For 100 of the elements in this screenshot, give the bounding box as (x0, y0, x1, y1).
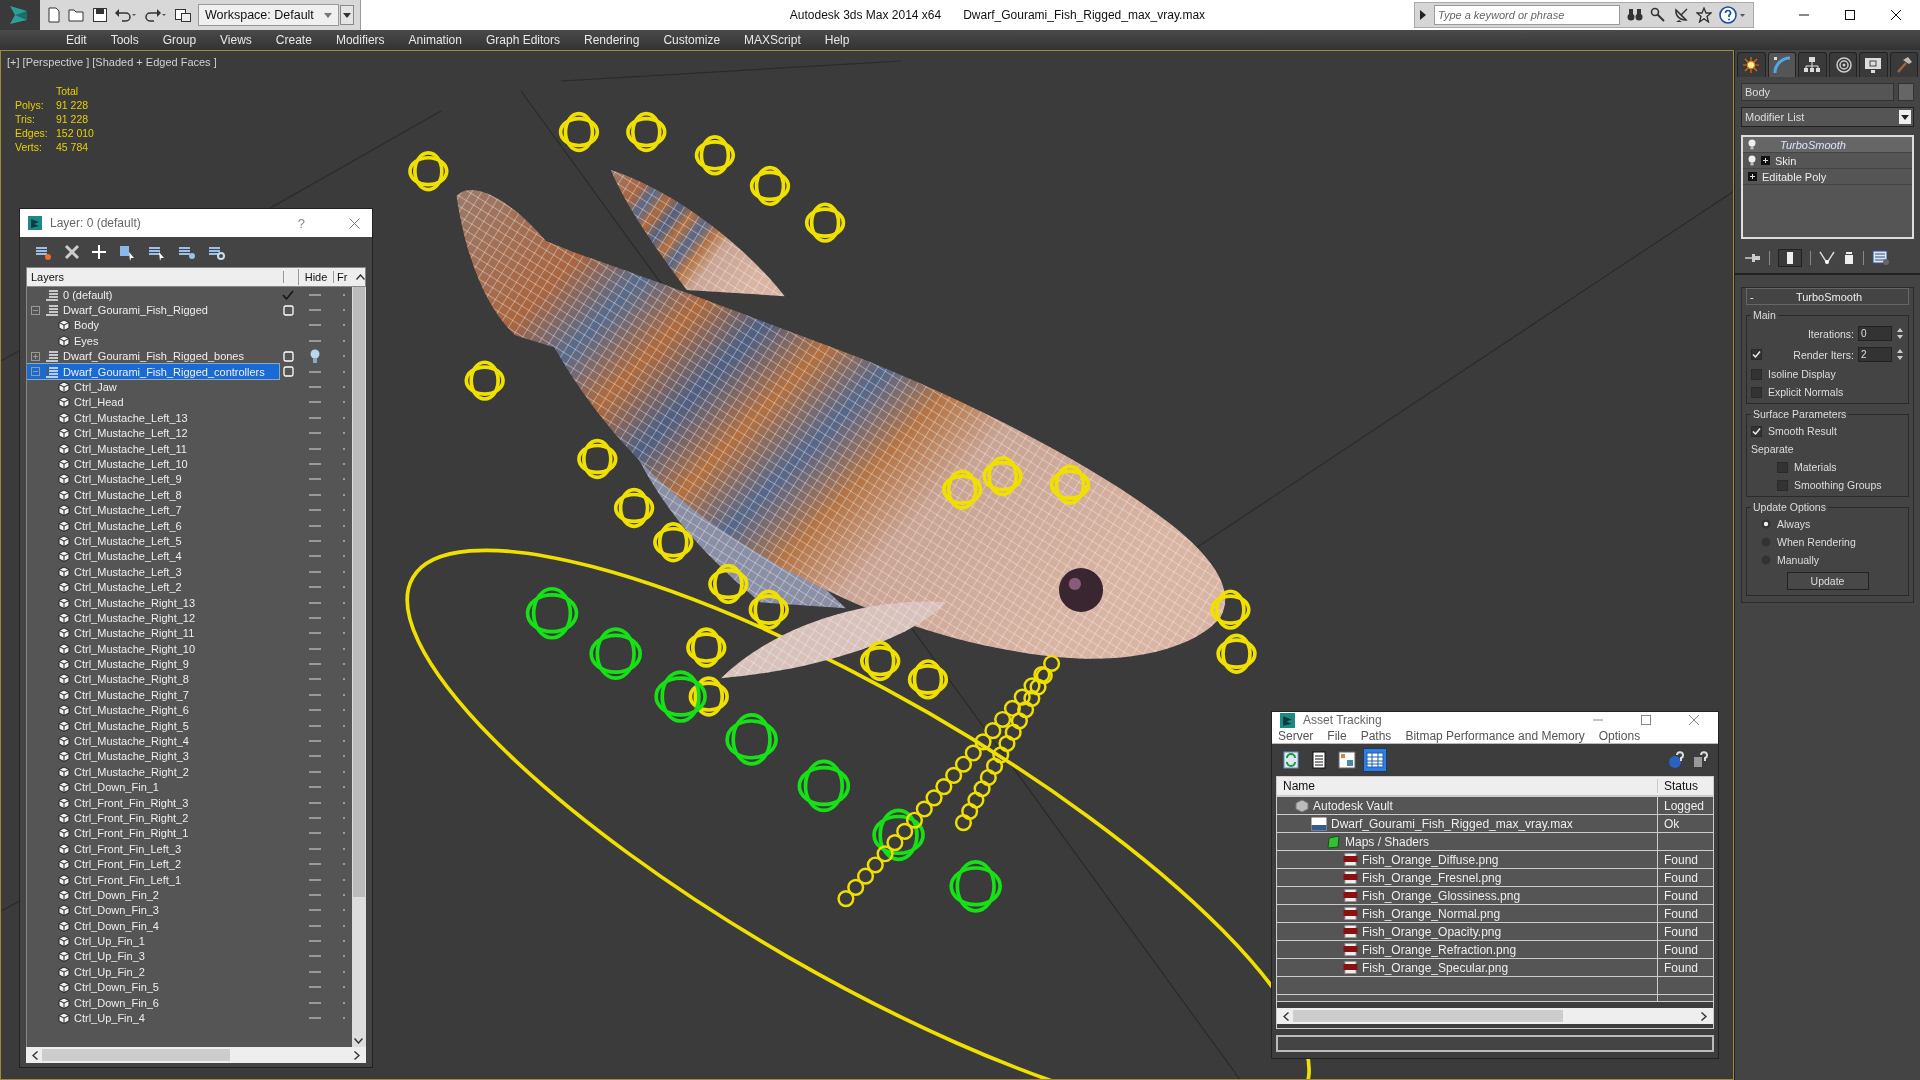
help-icon[interactable] (1692, 751, 1710, 770)
scrollbar-thumb[interactable] (42, 1049, 230, 1061)
object-row[interactable]: Ctrl_Mustache_Right_9 (27, 656, 279, 672)
menu-item[interactable]: Views (208, 31, 264, 49)
hide-toggle[interactable] (309, 539, 321, 542)
help-button[interactable]: ? (297, 215, 305, 231)
scroll-left-icon[interactable] (1283, 1011, 1289, 1021)
caret-icon[interactable] (323, 12, 332, 18)
scroll-up-icon[interactable] (356, 274, 365, 280)
controller-ring[interactable] (408, 151, 449, 192)
set-current-checkbox[interactable] (282, 304, 294, 316)
make-unique-icon[interactable] (1819, 251, 1835, 265)
object-row[interactable]: Ctrl_Down_Fin_5 (27, 979, 279, 995)
controller-ring[interactable] (686, 627, 727, 668)
hide-toggle[interactable] (309, 970, 321, 973)
new-file-icon[interactable] (46, 7, 62, 23)
column-header[interactable]: Fr (334, 271, 353, 283)
table-view-button[interactable] (1364, 749, 1386, 772)
controller-ring[interactable] (797, 759, 851, 813)
hide-toggle[interactable] (309, 770, 321, 773)
menu-item[interactable]: Paths (1360, 728, 1392, 743)
hide-toggle[interactable] (309, 416, 321, 419)
hierarchy-tab[interactable] (1798, 52, 1827, 77)
controller-ring[interactable] (708, 563, 749, 605)
object-row[interactable]: Ctrl_Down_Fin_1 (27, 779, 279, 795)
perspective-viewport[interactable] (0, 50, 1734, 1080)
hide-toggle[interactable] (309, 293, 321, 296)
checkbox[interactable] (1777, 461, 1788, 473)
hide-toggle[interactable] (309, 524, 321, 527)
controller-ring[interactable] (525, 586, 579, 640)
checkbox[interactable] (1751, 386, 1762, 398)
object-row[interactable]: Ctrl_Front_Fin_Left_3 (27, 841, 279, 857)
menu-item[interactable]: Create (263, 31, 324, 49)
hide-toggle[interactable] (309, 309, 321, 312)
controller-ring[interactable] (749, 165, 791, 207)
hide-toggle[interactable] (309, 478, 321, 481)
hide-toggle[interactable] (309, 832, 321, 835)
menu-item[interactable]: Tools (98, 31, 151, 49)
column-header[interactable]: Status (1657, 779, 1713, 794)
menu-item[interactable]: Modifiers (323, 31, 397, 49)
controller-ring[interactable] (589, 627, 643, 680)
refresh-view-button[interactable] (1280, 749, 1302, 772)
menu-item[interactable]: Options (1598, 728, 1641, 743)
application-menu-button[interactable] (0, 0, 40, 30)
object-row[interactable]: Ctrl_Mustache_Right_6 (27, 702, 279, 718)
hide-toggle[interactable] (309, 940, 321, 943)
hide-toggle[interactable] (309, 616, 321, 619)
redo-icon[interactable] (144, 7, 168, 23)
controller-ring[interactable] (860, 640, 901, 682)
object-row[interactable]: Ctrl_Mustache_Left_4 (27, 548, 279, 564)
menu-item[interactable]: Graph Editors (473, 31, 572, 49)
horizontal-scrollbar[interactable] (26, 1047, 366, 1063)
horizontal-scrollbar[interactable] (1277, 1008, 1713, 1025)
hide-toggle[interactable] (309, 570, 321, 573)
object-row[interactable]: Ctrl_Up_Fin_4 (27, 1010, 279, 1026)
hide-toggle[interactable] (309, 401, 321, 404)
object-row[interactable]: Ctrl_Down_Fin_3 (27, 902, 279, 918)
object-row[interactable]: Ctrl_Mustache_Left_11 (27, 441, 279, 457)
controller-ring[interactable] (725, 713, 778, 766)
modifier-item[interactable]: TurboSmooth (1743, 137, 1912, 153)
object-row[interactable]: Ctrl_Mustache_Left_5 (27, 533, 279, 549)
vertical-scrollbar[interactable] (352, 287, 366, 1047)
checkbox[interactable] (1751, 425, 1762, 437)
lightbulb-icon[interactable] (310, 348, 320, 364)
hide-toggle[interactable] (309, 509, 321, 512)
spinner-arrows-icon[interactable] (1896, 347, 1904, 362)
menu-item[interactable]: Customize (651, 31, 733, 49)
object-row[interactable]: Body (27, 317, 279, 333)
save-icon[interactable] (92, 7, 108, 23)
hide-toggle[interactable] (309, 324, 321, 327)
controller-ring[interactable] (558, 111, 600, 153)
object-row[interactable]: Ctrl_Mustache_Right_5 (27, 718, 279, 734)
hide-toggle[interactable] (309, 909, 321, 912)
object-row[interactable]: Ctrl_Mustache_Right_4 (27, 733, 279, 749)
set-current-checkbox[interactable] (282, 366, 294, 378)
project-folder-icon[interactable] (174, 7, 192, 23)
object-row[interactable]: Ctrl_Front_Fin_Left_1 (27, 872, 279, 888)
hide-toggle[interactable] (309, 816, 321, 819)
layer-row[interactable]: 0 (default) (27, 287, 279, 303)
help-icon[interactable] (1719, 6, 1747, 24)
menu-item[interactable]: Bitmap Performance and Memory (1405, 728, 1585, 743)
hide-toggle[interactable] (309, 555, 321, 558)
controller-ring[interactable] (1049, 464, 1091, 505)
select-objects-icon[interactable] (118, 243, 136, 261)
object-row[interactable]: Ctrl_Up_Fin_2 (27, 964, 279, 980)
hide-toggle[interactable] (309, 893, 321, 896)
radio-button[interactable] (1761, 519, 1771, 529)
object-row[interactable]: Ctrl_Front_Fin_Right_1 (27, 825, 279, 841)
spinner-field[interactable]: 0 (1858, 326, 1892, 341)
menu-item[interactable]: Group (150, 31, 209, 49)
layer-row[interactable]: Dwarf_Gourami_Fish_Rigged_bones (27, 348, 279, 364)
object-row[interactable]: Eyes (27, 333, 279, 349)
controller-ring[interactable] (907, 659, 949, 700)
column-header[interactable]: Hide (299, 271, 334, 283)
object-row[interactable]: Ctrl_Front_Fin_Left_2 (27, 856, 279, 872)
binoculars-icon[interactable] (1627, 8, 1643, 22)
hide-toggle[interactable] (309, 924, 321, 927)
controller-ring[interactable] (626, 111, 667, 153)
thumbnails-view-button[interactable] (1336, 749, 1358, 772)
scroll-right-icon[interactable] (1701, 1011, 1707, 1021)
